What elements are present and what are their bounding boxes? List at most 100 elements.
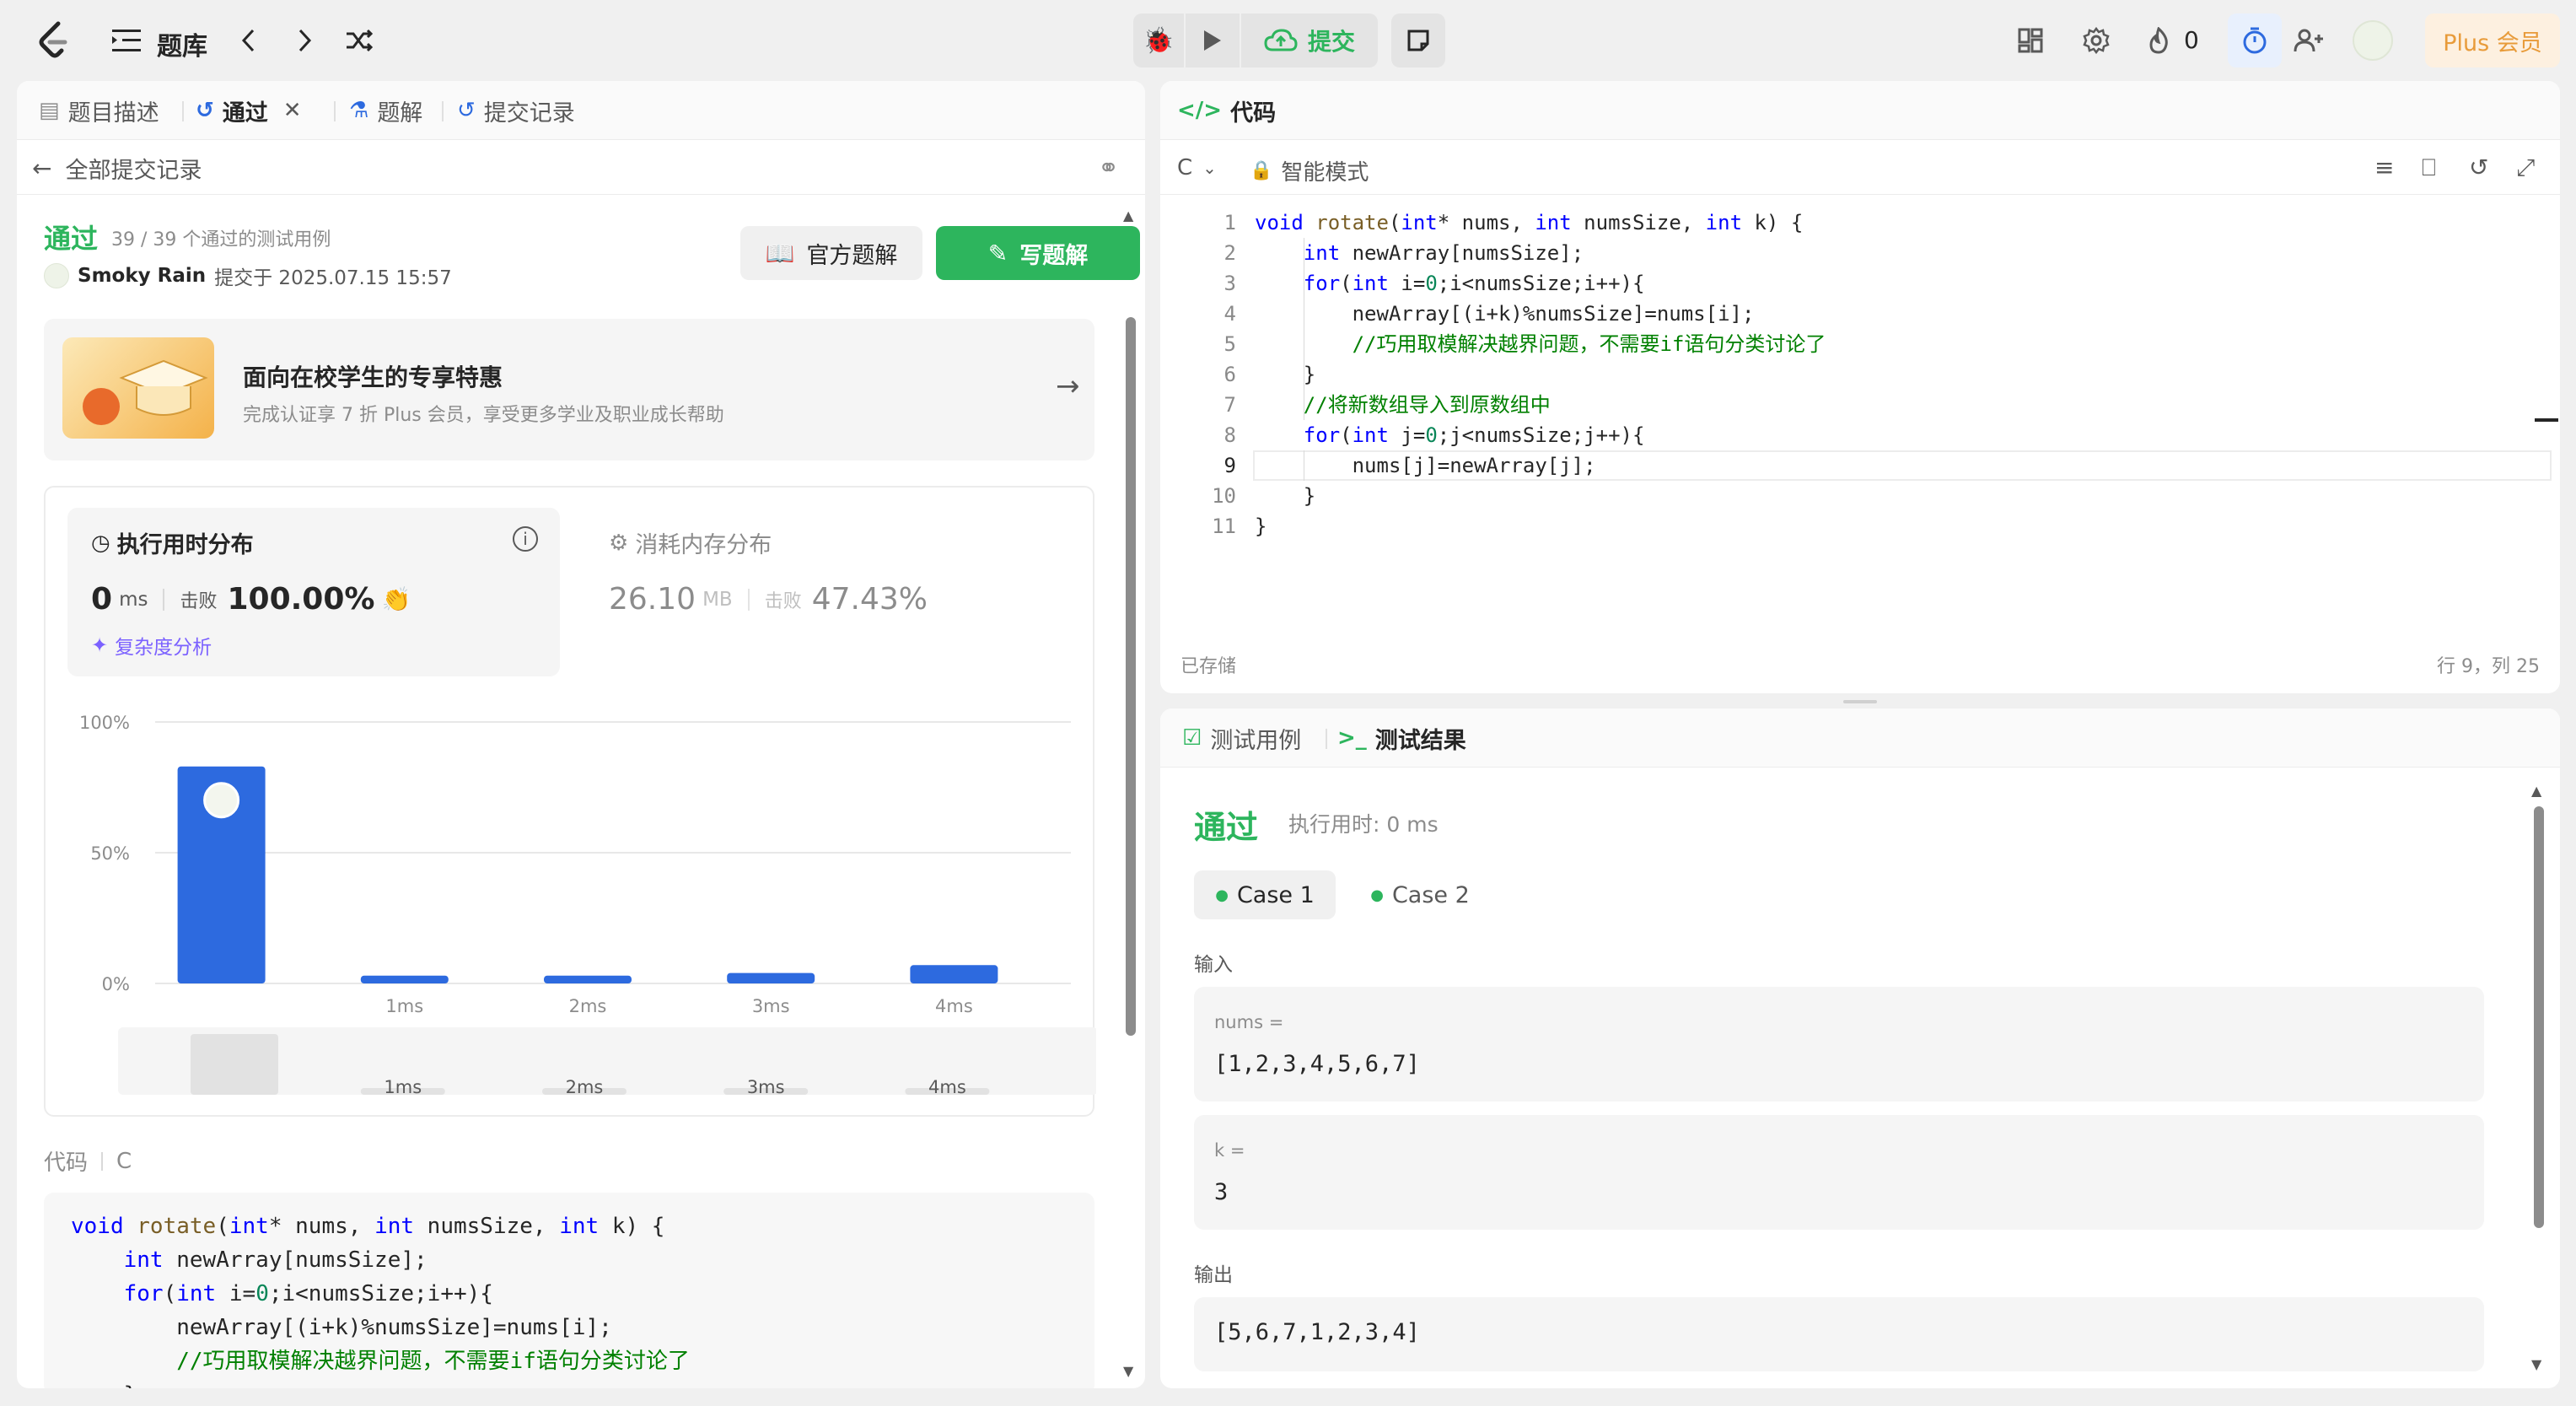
- submitted-code-block[interactable]: void rotate(int* nums, int numsSize, int…: [44, 1193, 1094, 1388]
- clock-icon: ◷: [91, 530, 110, 556]
- scroll-down-icon[interactable]: ▼: [1123, 1363, 1133, 1379]
- tab-test-result[interactable]: >_ 测试结果: [1337, 708, 1466, 768]
- streak-flame-icon[interactable]: [2142, 22, 2175, 59]
- tab-testcases[interactable]: ☑ 测试用例: [1182, 708, 1301, 768]
- scroll-up-icon[interactable]: ▲: [2531, 783, 2541, 799]
- info-icon[interactable]: i: [513, 526, 538, 552]
- reset-code-icon[interactable]: ↺: [2469, 154, 2488, 181]
- code-line: }: [1255, 484, 1316, 508]
- fullscreen-icon[interactable]: ⤢: [2516, 154, 2535, 182]
- scroll-down-icon[interactable]: ▼: [2531, 1356, 2541, 1372]
- header-sep: [101, 1151, 104, 1171]
- problem-list-icon[interactable]: [108, 22, 145, 59]
- bug-icon: 🐞: [1143, 25, 1175, 56]
- memory-stat-box[interactable]: ⚙ 消耗内存分布 26.10 MB 击败 47.43%: [585, 508, 1074, 676]
- submitter-name[interactable]: Smoky Rain: [78, 265, 206, 287]
- tab-accepted[interactable]: ↺ 通过 ✕: [196, 81, 302, 140]
- checkbox-icon: ☑: [1182, 725, 1202, 751]
- smart-mode-toggle[interactable]: 🔒 智能模式: [1250, 155, 1369, 186]
- promo-subtitle: 完成认证享 7 折 Plus 会员，享受更多学业及职业成长帮助: [243, 405, 724, 426]
- pass-dot-icon: ●: [1215, 886, 1229, 904]
- plus-label: Plus 会员: [2443, 30, 2542, 57]
- code-line: for(int i=0;i<numsSize;i++){: [1303, 272, 1645, 295]
- back-to-submissions-link[interactable]: ← 全部提交记录: [32, 152, 202, 184]
- scroll-up-icon[interactable]: ▲: [1123, 207, 1133, 224]
- case-2-tab[interactable]: ● Case 2: [1349, 870, 1491, 919]
- code-editor-panel: </> 代码 C ⌄ 🔒 智能模式 ≡ ⎕ ↺ ⤢ 1 void rotate(in…: [1160, 81, 2560, 693]
- official-solution-button[interactable]: 📖 官方题解: [740, 226, 922, 280]
- problem-bank-label[interactable]: 题库: [157, 25, 207, 62]
- notes-button[interactable]: [1391, 13, 1445, 67]
- debug-button[interactable]: 🐞: [1133, 13, 1184, 67]
- prev-problem-icon[interactable]: [229, 22, 266, 59]
- test-scrollbar-thumb[interactable]: [2534, 806, 2544, 1228]
- chart-bar-4ms[interactable]: [910, 965, 998, 983]
- leetcode-logo-icon[interactable]: [32, 17, 74, 64]
- tab-submissions[interactable]: ↺ 提交记录: [457, 81, 575, 140]
- language-selector[interactable]: C ⌄: [1177, 155, 1217, 180]
- next-problem-icon[interactable]: [287, 22, 324, 59]
- case-1-tab[interactable]: ● Case 1: [1194, 870, 1336, 919]
- user-avatar[interactable]: [2353, 20, 2393, 61]
- bookmark-icon[interactable]: ⎕: [2422, 154, 2436, 182]
- test-tab-bar: ☑ 测试用例 >_ 测试结果: [1160, 708, 2560, 768]
- submit-label: 提交: [1307, 28, 1355, 56]
- code-line: }: [1255, 363, 1316, 386]
- play-icon: [1204, 30, 1221, 51]
- input-k-box: k = 3: [1194, 1115, 2484, 1230]
- settings-gear-icon[interactable]: [2078, 22, 2115, 59]
- submission-status: 通过: [44, 223, 99, 255]
- complexity-analysis-link[interactable]: ✦ 复杂度分析: [91, 631, 212, 660]
- write-solution-button[interactable]: ✎ 写题解: [936, 226, 1140, 280]
- nums-value: [1,2,3,4,5,6,7]: [1214, 1051, 1420, 1077]
- code-editor[interactable]: 1 void rotate(int* nums, int numsSize, in…: [1160, 207, 2560, 595]
- tab-solutions[interactable]: ⚗ 题解: [349, 81, 422, 140]
- tab-code[interactable]: </> 代码: [1177, 81, 1276, 140]
- user-marker-avatar: [203, 782, 240, 819]
- code-line: //巧用取模解决越界问题，不需要if语句分类讨论了: [176, 1349, 690, 1374]
- layout-icon[interactable]: [2012, 22, 2049, 59]
- range-handle[interactable]: [191, 1034, 278, 1095]
- code-line: void rotate(int* nums, int numsSize, int…: [1255, 211, 1804, 234]
- tab-description[interactable]: ▤ 题目描述: [39, 81, 159, 140]
- overview-tick-label: 4ms: [928, 1077, 966, 1097]
- timer-button[interactable]: [2228, 13, 2282, 67]
- left-scrollbar-thumb[interactable]: [1126, 317, 1136, 1036]
- panel-resize-handle[interactable]: [1843, 700, 1877, 703]
- chart-bar-1ms[interactable]: [360, 975, 449, 983]
- x-tick-label: 4ms: [935, 996, 973, 1016]
- document-icon: ▤: [39, 98, 60, 123]
- random-problem-icon[interactable]: [341, 22, 378, 59]
- code-line: for(int i=0;i<numsSize;i++){: [123, 1281, 493, 1306]
- overview-tick-label: 3ms: [747, 1077, 785, 1097]
- line-number: 2: [1223, 241, 1236, 265]
- line-number: 3: [1223, 272, 1236, 295]
- format-code-icon[interactable]: ≡: [2374, 154, 2394, 181]
- smart-mode-label: 智能模式: [1281, 160, 1369, 186]
- chart-bar-2ms[interactable]: [544, 975, 632, 983]
- test-scrollbar-track[interactable]: ▲ ▼: [2531, 783, 2546, 1373]
- code-header-label: 代码: [44, 1150, 89, 1176]
- submitter-info: Smoky Rain 提交于 2025.07.15 15:57: [44, 261, 452, 290]
- runtime-value-row: 0 ms 击败 100.00% 👏: [91, 582, 411, 617]
- plus-membership-button[interactable]: Plus 会员: [2425, 13, 2560, 67]
- value-divider: [747, 588, 750, 611]
- add-friend-icon[interactable]: [2290, 22, 2327, 59]
- student-promo-banner[interactable]: 面向在校学生的专享特惠 完成认证享 7 折 Plus 会员，享受更多学业及职业成…: [44, 319, 1094, 461]
- close-tab-icon[interactable]: ✕: [283, 98, 302, 123]
- code-line: void rotate(int* nums, int numsSize, int…: [71, 1214, 665, 1239]
- chart-bar-3ms[interactable]: [727, 972, 815, 983]
- runtime-stat-box[interactable]: ◷ 执行用时分布 i 0 ms 击败 100.00% 👏 ✦ 复杂度分析: [67, 508, 560, 676]
- submit-button[interactable]: 提交: [1241, 13, 1378, 67]
- overview-tick-label: 2ms: [566, 1077, 604, 1097]
- line-number: 7: [1223, 393, 1236, 417]
- runtime-unit: ms: [119, 588, 148, 611]
- share-link-icon[interactable]: ⚭: [1098, 154, 1119, 183]
- input-nums-box: nums = [1,2,3,4,5,6,7]: [1194, 987, 2484, 1102]
- y-tick-label: 50%: [90, 843, 130, 864]
- code-line: int newArray[numsSize];: [123, 1247, 428, 1273]
- chip-icon: ⚙: [609, 530, 629, 556]
- run-button[interactable]: [1186, 13, 1240, 67]
- performance-card: ◷ 执行用时分布 i 0 ms 击败 100.00% 👏 ✦ 复杂度分析 ⚙ 消…: [44, 486, 1098, 1117]
- left-scrollbar-track[interactable]: ▲ ▼: [1123, 207, 1138, 1380]
